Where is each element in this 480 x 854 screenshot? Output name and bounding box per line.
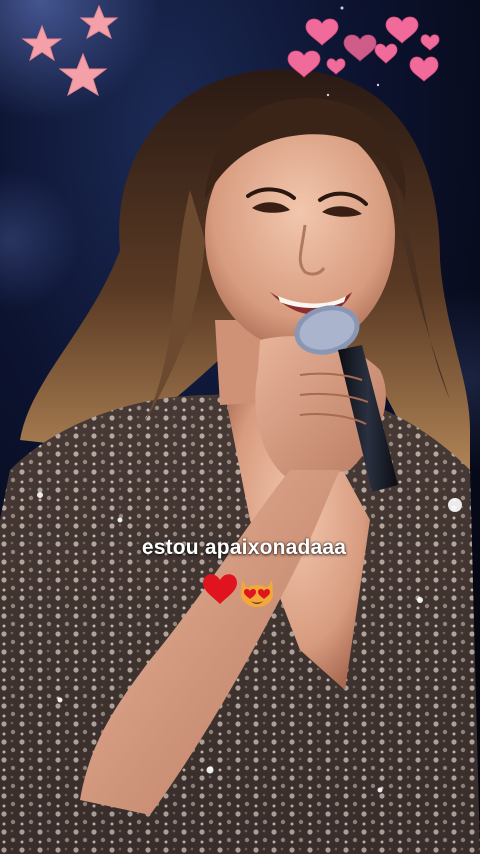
pink-stars-icon [21, 4, 119, 97]
caption-emojis [203, 574, 273, 607]
performer-photo [0, 0, 480, 854]
pink-hearts-icon [287, 6, 440, 97]
red-heart-icon [203, 574, 237, 604]
story-screen: estou apaixonadaaa [0, 0, 480, 854]
heart-eyes-cat-icon [241, 580, 273, 607]
